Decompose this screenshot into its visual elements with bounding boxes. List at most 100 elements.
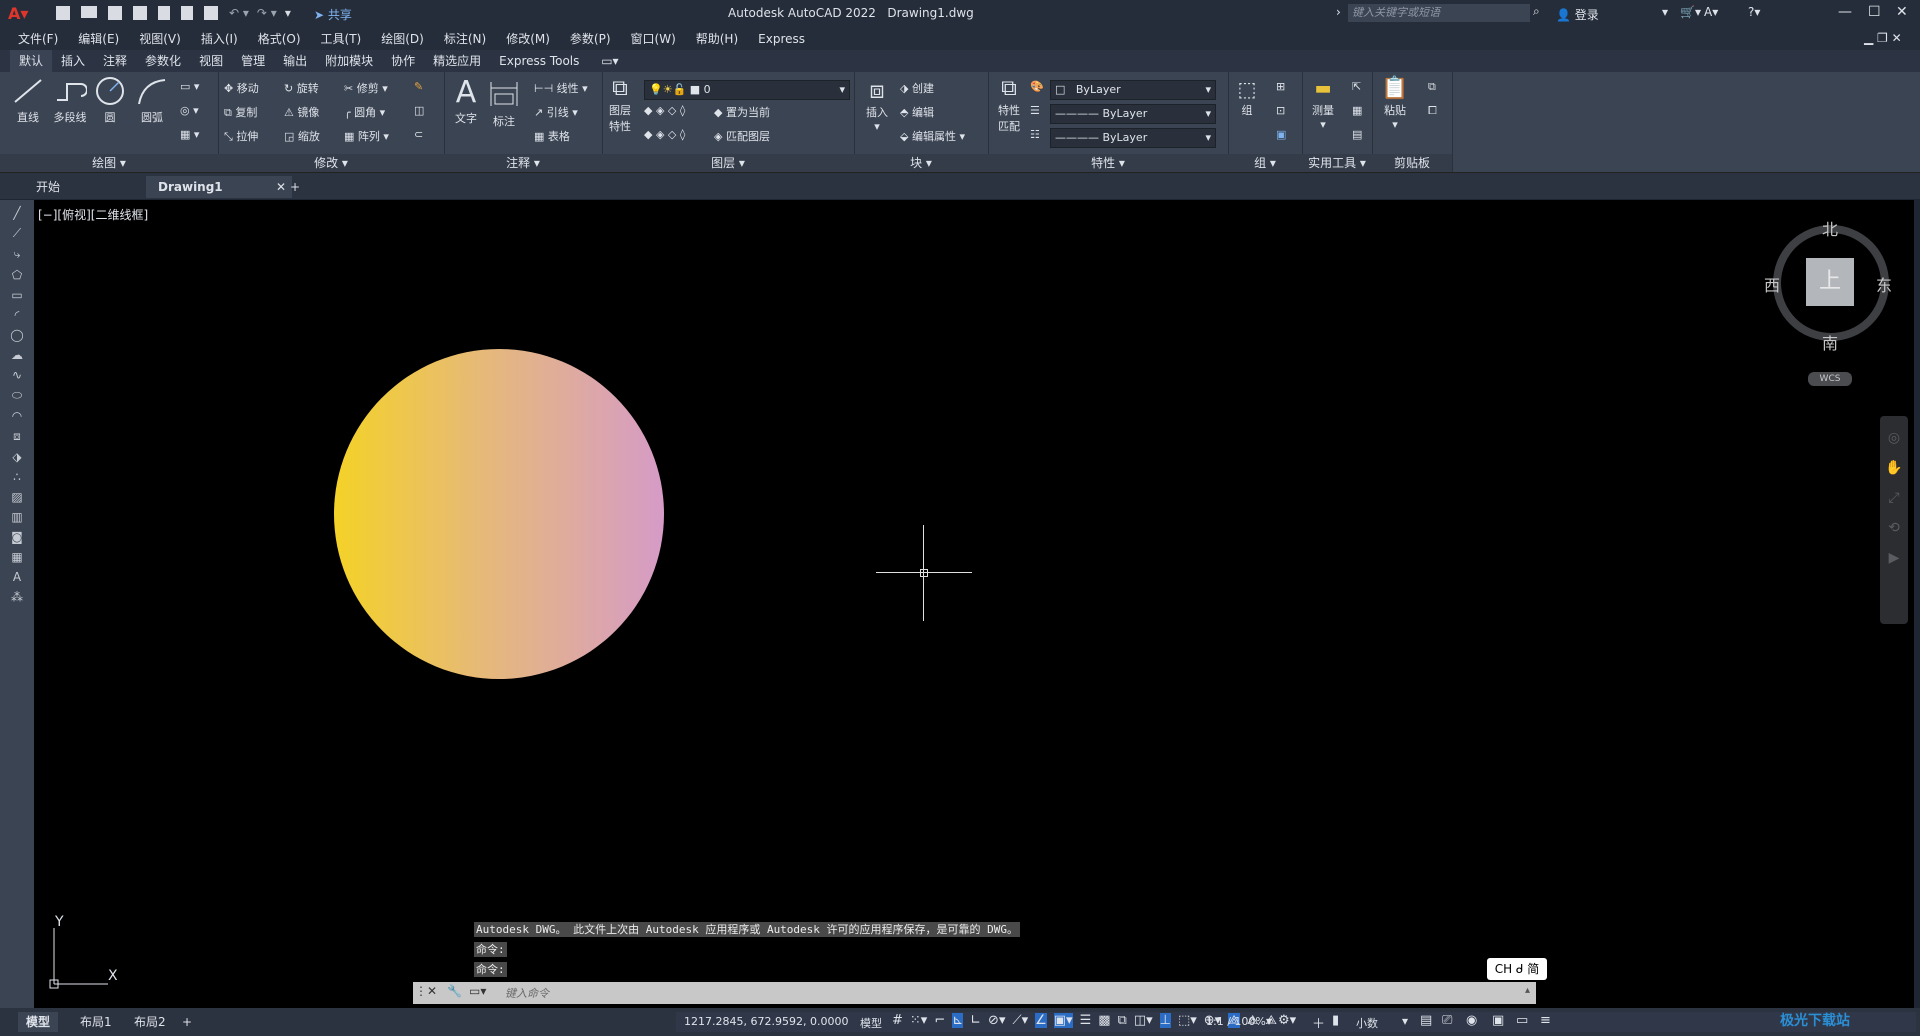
match-layer-button[interactable]: ◈ 匹配图层: [714, 128, 770, 144]
model-space-toggle[interactable]: 模型: [860, 1015, 882, 1031]
layers-panel-title[interactable]: 图层 ▾: [602, 154, 854, 172]
ime-indicator[interactable]: CH ᑯ 简: [1487, 958, 1547, 980]
units-dropdown-icon[interactable]: ▾: [1402, 1014, 1408, 1028]
viewcube-west[interactable]: 西: [1764, 272, 1780, 296]
menu-dimension[interactable]: 标注(N): [434, 28, 496, 50]
color-dropdown[interactable]: □ ByLayer ▾: [1050, 80, 1216, 100]
undo-icon[interactable]: ↶ ▾: [229, 6, 249, 20]
copy-clip-icon[interactable]: ⧉: [1428, 80, 1436, 94]
plot-icon[interactable]: [204, 6, 218, 20]
draw-panel-title[interactable]: 绘图 ▾: [0, 154, 218, 172]
tab-addins[interactable]: 附加模块: [316, 50, 382, 72]
search-expand-icon[interactable]: ›: [1336, 5, 1341, 19]
region-tool-icon[interactable]: ◙: [11, 530, 23, 544]
maximize-icon[interactable]: ☐: [1868, 4, 1881, 20]
menu-tools[interactable]: 工具(T): [311, 28, 372, 50]
new-tab-icon[interactable]: +: [278, 176, 312, 198]
menu-file[interactable]: 文件(F): [8, 28, 68, 50]
table-tool-icon[interactable]: ▦: [11, 550, 22, 564]
array-button[interactable]: ▦ 阵列 ▾: [344, 128, 389, 144]
customize-qat-icon[interactable]: ▾: [285, 6, 291, 20]
tab-start[interactable]: 开始: [24, 176, 73, 198]
spline-tool-icon[interactable]: ∿: [12, 368, 22, 382]
close-icon[interactable]: ✕: [1896, 4, 1908, 20]
polar-icon[interactable]: ⊘▾: [988, 1013, 1005, 1028]
menu-insert[interactable]: 插入(I): [191, 28, 248, 50]
move-button[interactable]: ✥ 移动: [224, 80, 259, 96]
group-select-icon[interactable]: ▣: [1276, 128, 1286, 141]
lineweight-toggle-icon[interactable]: ☰: [1080, 1013, 1092, 1028]
tab-view[interactable]: 视图: [190, 50, 232, 72]
viewcube-north[interactable]: 北: [1822, 216, 1838, 240]
save-as-icon[interactable]: [133, 6, 147, 20]
account-dropdown-icon[interactable]: ▾: [1662, 5, 1668, 19]
lineweight-icon[interactable]: ☷: [1030, 128, 1040, 141]
group-button[interactable]: ⬚ 组: [1232, 76, 1262, 118]
boundary-tool[interactable]: ▦ ▾: [180, 128, 199, 141]
ungroup-icon[interactable]: ⊞: [1276, 80, 1285, 93]
gradient-circle[interactable]: [334, 349, 664, 679]
line-button[interactable]: 直线: [10, 76, 46, 125]
erase-icon[interactable]: ✎: [414, 80, 423, 93]
doc-window-controls[interactable]: ▁ ❐ ✕: [1864, 31, 1902, 45]
units-icon[interactable]: ▮: [1332, 1013, 1339, 1028]
linetype-icon[interactable]: ☰: [1030, 104, 1040, 117]
workspace-gear-icon[interactable]: ⚙▾: [1278, 1013, 1296, 1028]
menu-parametric[interactable]: 参数(P): [560, 28, 621, 50]
rectangle-tool-icon[interactable]: ▭: [11, 288, 22, 302]
new-file-icon[interactable]: [56, 6, 70, 20]
viewport-controls[interactable]: [−][俯视][二维线框]: [38, 206, 148, 223]
drawing-canvas[interactable]: [−][俯视][二维线框]: [34, 200, 1914, 1008]
arc-button[interactable]: 圆弧: [134, 76, 170, 125]
tab-drawing1[interactable]: Drawing1 ✕: [146, 176, 292, 198]
offset-icon[interactable]: ⊂: [414, 128, 423, 141]
layer-tools-row2[interactable]: ◆ ◈ ◇ ◊: [644, 128, 685, 141]
ortho-icon[interactable]: ∟: [970, 1013, 981, 1028]
save-icon[interactable]: [108, 6, 122, 20]
revcloud-tool-icon[interactable]: ☁: [11, 348, 23, 362]
copy-button[interactable]: ⧉ 复制: [224, 104, 257, 120]
ellipse-arc-tool-icon[interactable]: ◠: [12, 409, 22, 423]
create-block-button[interactable]: ⬗ 创建: [900, 80, 934, 96]
autocad-logo-icon[interactable]: A▾: [8, 4, 30, 24]
steering-wheel-icon[interactable]: ◎: [1888, 430, 1900, 446]
login-button[interactable]: 👤 登录: [1556, 6, 1599, 23]
ribbon-minimize-icon[interactable]: ▭▾: [592, 50, 627, 72]
share-button[interactable]: ➤ 共享: [314, 6, 352, 23]
viewcube-top-face[interactable]: 上: [1806, 258, 1854, 306]
cart-icon[interactable]: 🛒▾: [1680, 5, 1701, 19]
table-button[interactable]: ▦ 表格: [534, 128, 570, 144]
command-close-icon[interactable]: ✕: [427, 984, 437, 998]
circle-button[interactable]: 圆: [92, 76, 128, 125]
help-icon[interactable]: ?▾: [1748, 5, 1760, 19]
transparency-icon[interactable]: ▩: [1098, 1013, 1110, 1028]
customize-status-icon[interactable]: ≡: [1540, 1013, 1551, 1028]
menu-express[interactable]: Express: [748, 28, 815, 50]
showmotion-icon[interactable]: ▶: [1889, 550, 1900, 566]
tab-manage[interactable]: 管理: [232, 50, 274, 72]
layout-tab-model[interactable]: 模型: [18, 1012, 59, 1032]
quick-properties-icon[interactable]: ▤: [1420, 1013, 1432, 1028]
orbit-icon[interactable]: ⟲: [1888, 520, 1900, 536]
menu-format[interactable]: 格式(O): [248, 28, 311, 50]
clean-screen-icon[interactable]: ▭: [1516, 1013, 1528, 1028]
isodraft-icon[interactable]: ⟋▾: [1012, 1013, 1028, 1028]
linetype-dropdown[interactable]: ———— ByLayer ▾: [1050, 104, 1216, 124]
tab-default[interactable]: 默认: [10, 50, 53, 72]
search-input[interactable]: 键入关键字或短语: [1348, 4, 1530, 22]
layer-properties-button[interactable]: ⧉ 图层 特性: [604, 76, 636, 134]
trim-button[interactable]: ✂ 修剪 ▾: [344, 80, 388, 96]
edit-block-button[interactable]: ⬘ 编辑: [900, 104, 934, 120]
text-button[interactable]: A 文字: [450, 76, 482, 126]
viewcube[interactable]: 上 北 南 东 西: [1764, 220, 1892, 353]
set-current-button[interactable]: ◆ 置为当前: [714, 104, 770, 120]
scale-dropdown-icon[interactable]: ▾: [1266, 1014, 1272, 1028]
hatch-tool-icon[interactable]: ▨: [11, 490, 22, 504]
hardware-acceleration-icon[interactable]: ▣: [1492, 1013, 1504, 1028]
construction-line-icon[interactable]: ⟋: [13, 226, 21, 241]
polyline-button[interactable]: 多段线: [50, 76, 90, 125]
fillet-button[interactable]: ╭ 圆角 ▾: [344, 104, 385, 120]
viewcube-south[interactable]: 南: [1822, 330, 1838, 354]
command-history-toggle-icon[interactable]: ▴: [1525, 985, 1530, 996]
properties-panel-title[interactable]: 特性 ▾: [988, 154, 1228, 172]
